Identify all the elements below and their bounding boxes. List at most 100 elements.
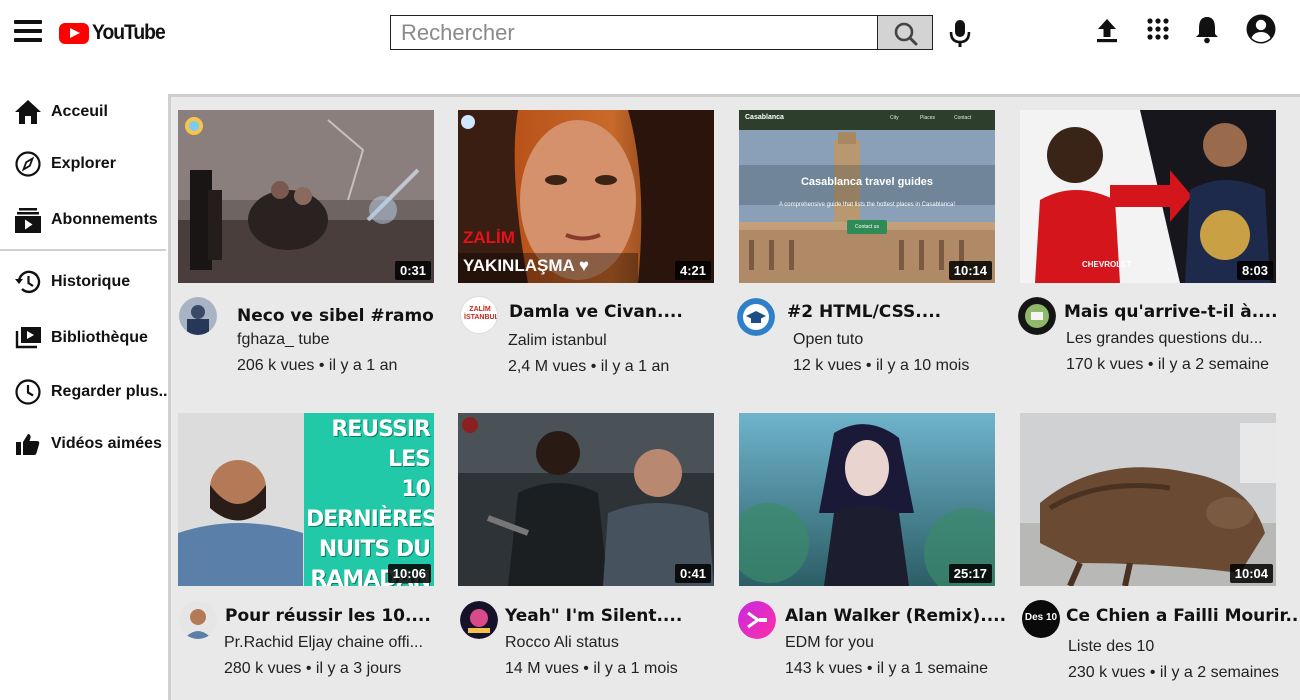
microphone-button[interactable] bbox=[947, 18, 973, 48]
compass-icon bbox=[14, 150, 42, 178]
video-title[interactable]: Damla ve Civan.... bbox=[509, 302, 683, 322]
video-thumbnail[interactable]: 25:17 bbox=[739, 413, 995, 586]
video-thumbnail[interactable]: 10:04 bbox=[1020, 413, 1276, 586]
channel-name[interactable]: Zalim istanbul bbox=[508, 332, 607, 350]
channel-avatar[interactable] bbox=[179, 297, 217, 335]
channel-avatar[interactable] bbox=[179, 601, 217, 639]
thumbnail-site-nav-item: Places bbox=[920, 115, 936, 121]
video-thumbnail[interactable]: ZALİM YAKINLAŞMA ♥ 4:21 bbox=[458, 110, 714, 283]
thumbnail-subcaption: A comprehensive guide that lists the hot… bbox=[778, 202, 956, 208]
video-metadata: 280 k vues • il y a 3 jours bbox=[224, 660, 402, 677]
view-count: 280 k vues bbox=[224, 660, 302, 677]
video-metadata: 230 k vues • il y a 2 semaines bbox=[1068, 664, 1280, 681]
video-duration: 10:14 bbox=[948, 261, 992, 280]
channel-avatar[interactable] bbox=[737, 298, 775, 336]
video-duration: 4:21 bbox=[674, 261, 711, 280]
video-duration: 0:31 bbox=[394, 261, 431, 280]
video-card[interactable]: REUSSIR LES 10 DERNIÈRES NUITS DU RAMADA… bbox=[178, 413, 434, 683]
notifications-button[interactable] bbox=[1193, 14, 1223, 44]
video-card[interactable]: ZALİM YAKINLAŞMA ♥ 4:21 ZALİM İSTANBUL D… bbox=[458, 110, 714, 380]
channel-name[interactable]: EDM for you bbox=[785, 634, 874, 652]
channel-avatar[interactable]: ZALİM İSTANBUL bbox=[460, 296, 498, 334]
video-card[interactable]: CHEVROLET 8:03 Mais qu'arrive-t-il à....… bbox=[1018, 110, 1278, 380]
video-title[interactable]: Yeah" I'm Silent.... bbox=[505, 606, 682, 626]
channel-avatar[interactable] bbox=[460, 601, 498, 639]
search-box bbox=[390, 15, 878, 50]
thumbnail-caption: Casablanca travel guides bbox=[800, 176, 934, 188]
thumbs-up-icon bbox=[14, 430, 42, 458]
sidebar-divider bbox=[0, 249, 166, 251]
channel-name[interactable]: Rocco Ali status bbox=[505, 634, 619, 652]
video-card[interactable]: 0:41 Yeah" I'm Silent.... Rocco Ali stat… bbox=[458, 413, 714, 683]
upload-age: il y a 1 semaine bbox=[876, 660, 989, 677]
sidebar-item-label: Vidéos aimées bbox=[51, 435, 162, 452]
video-card[interactable]: 10:04 Des 10 Ce Chien a Failli Mourir.. … bbox=[1020, 413, 1298, 683]
channel-name[interactable]: Pr.Rachid Eljay chaine offi... bbox=[224, 634, 423, 652]
sidebar-item-label: Explorer bbox=[51, 155, 116, 172]
account-avatar-icon bbox=[1246, 14, 1276, 44]
upload-button[interactable] bbox=[1092, 14, 1122, 44]
subscriptions-icon bbox=[14, 206, 42, 234]
channel-name[interactable]: Open tuto bbox=[793, 331, 863, 349]
sidebar-item-label: Historique bbox=[51, 273, 131, 290]
video-title[interactable]: Mais qu'arrive-t-il à.... bbox=[1064, 302, 1278, 322]
search-input[interactable] bbox=[391, 16, 877, 49]
channel-name[interactable]: fghaza_ tube bbox=[237, 331, 330, 349]
channel-avatar[interactable]: Des 10 bbox=[1022, 600, 1060, 638]
view-count: 230 k vues bbox=[1068, 664, 1146, 681]
video-title[interactable]: Alan Walker (Remix).... bbox=[785, 606, 1006, 626]
view-count: 206 k vues bbox=[237, 357, 315, 374]
apps-button[interactable] bbox=[1144, 14, 1174, 44]
youtube-logo[interactable]: YouTube bbox=[59, 21, 171, 45]
account-button[interactable] bbox=[1245, 14, 1276, 44]
view-count: 143 k vues bbox=[785, 660, 863, 677]
video-thumbnail[interactable]: 0:41 bbox=[458, 413, 714, 586]
sidebar-item-library[interactable]: Bibliothèque bbox=[0, 321, 170, 355]
home-icon bbox=[14, 98, 42, 126]
video-title[interactable]: Neco ve sibel #ramo bbox=[237, 306, 434, 326]
apps-grid-icon bbox=[1147, 18, 1169, 40]
video-card[interactable]: 25:17 Alan Walker (Remix).... EDM for yo… bbox=[738, 413, 1006, 683]
video-thumbnail[interactable]: 0:31 bbox=[178, 110, 434, 283]
sidebar-item-liked-videos[interactable]: Vidéos aimées bbox=[0, 427, 170, 461]
video-duration: 25:17 bbox=[948, 564, 992, 583]
video-title[interactable]: #2 HTML/CSS.... bbox=[787, 302, 941, 322]
video-duration: 10:04 bbox=[1229, 564, 1273, 583]
sidebar-item-explore[interactable]: Explorer bbox=[0, 147, 170, 181]
channel-name[interactable]: Les grandes questions du... bbox=[1066, 330, 1263, 348]
video-title[interactable]: Pour réussir les 10.... bbox=[225, 606, 431, 626]
thumbnail-caption-block: REUSSIR LES 10 DERNIÈRES NUITS DU RAMADA… bbox=[306, 415, 434, 586]
video-metadata: 143 k vues • il y a 1 semaine bbox=[785, 660, 989, 677]
video-card[interactable]: Casablanca City Places Contact Casablanc… bbox=[737, 110, 995, 380]
channel-name[interactable]: Liste des 10 bbox=[1068, 638, 1154, 656]
thumbnail-site-nav-item: City bbox=[890, 115, 899, 121]
history-icon bbox=[14, 268, 42, 296]
channel-avatar[interactable] bbox=[738, 601, 776, 639]
sidebar-item-home[interactable]: Acceuil bbox=[0, 95, 170, 129]
sidebar-item-label: Acceuil bbox=[51, 103, 108, 120]
video-card[interactable]: 0:31 Neco ve sibel #ramo fghaza_ tube 20… bbox=[178, 110, 434, 380]
thumbnail-caption: NUITS DU bbox=[318, 537, 431, 562]
video-metadata: 12 k vues • il y a 10 mois bbox=[793, 357, 970, 374]
search-button[interactable] bbox=[877, 15, 933, 50]
view-count: 170 k vues bbox=[1066, 356, 1144, 373]
video-metadata: 206 k vues • il y a 1 an bbox=[237, 357, 398, 374]
channel-avatar[interactable] bbox=[1018, 297, 1056, 335]
sidebar-item-history[interactable]: Historique bbox=[0, 265, 170, 299]
menu-icon[interactable] bbox=[14, 20, 42, 42]
thumbnail-caption: CHEVROLET bbox=[1082, 260, 1132, 269]
sidebar-item-subscriptions[interactable]: Abonnements bbox=[0, 203, 170, 237]
upload-age: il y a 10 mois bbox=[875, 357, 970, 374]
channel-avatar-text: Des 10 bbox=[1024, 612, 1058, 623]
upload-icon bbox=[1097, 19, 1117, 43]
thumbnail-site-button: Contact us bbox=[855, 224, 879, 230]
sidebar-item-watch-later[interactable]: Regarder plus.. bbox=[0, 375, 170, 409]
video-title[interactable]: Ce Chien a Failli Mourir.. bbox=[1066, 606, 1298, 626]
video-thumbnail[interactable]: CHEVROLET 8:03 bbox=[1020, 110, 1276, 283]
upload-age: il y a 2 semaine bbox=[1157, 356, 1270, 373]
video-thumbnail[interactable]: REUSSIR LES 10 DERNIÈRES NUITS DU RAMADA… bbox=[178, 413, 434, 586]
upload-age: il y a 3 jours bbox=[315, 660, 402, 677]
thumbnail-caption: 10 DERNIÈRES bbox=[306, 477, 434, 532]
video-duration: 8:03 bbox=[1236, 261, 1273, 280]
video-thumbnail[interactable]: Casablanca City Places Contact Casablanc… bbox=[739, 110, 995, 283]
